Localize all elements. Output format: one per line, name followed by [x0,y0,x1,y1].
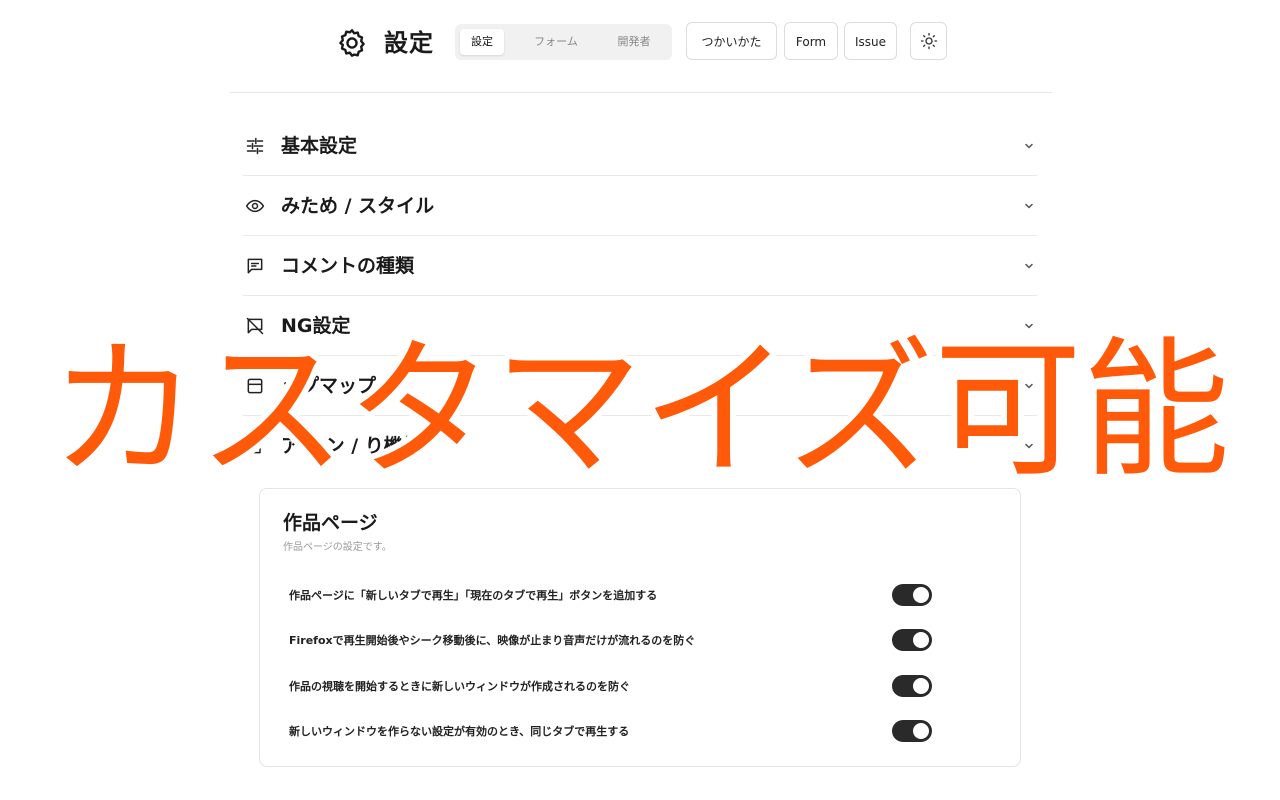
layout-icon [247,378,263,394]
section-label: 基本設定 [281,135,358,157]
card-title: 作品ページ [283,512,378,534]
toggle-knob [913,587,929,603]
chevron-down-icon [1025,263,1033,269]
comment-icon [247,258,263,274]
guide-button[interactable]: つかいかた [686,22,777,60]
toggle-knob [913,678,929,694]
option-row: 作品の視聴を開始するときに新しいウィンドウが作成されるのを防ぐ [289,673,932,701]
section-label: コメントの種類 [281,255,415,277]
option-label: 作品の視聴を開始するときに新しいウィンドウが作成されるのを防ぐ [289,680,630,693]
card-description: 作品ページの設定です。 [283,542,392,553]
toggle-knob [913,723,929,739]
addon-icon [247,438,261,454]
section-label: みため / スタイル [281,195,435,217]
page-title: 設定 [384,29,434,57]
eye-icon [245,199,265,213]
section-basic-settings[interactable]: 基本設定 [243,116,1037,176]
section-addon-features[interactable]: ア オン / り機能 [243,416,1037,475]
tab-form[interactable]: フォーム [513,29,599,55]
issue-button[interactable]: Issue [844,22,897,60]
option-row: Firefoxで再生開始後やシーク移動後に、映像が止まり音声だけが流れるのを防ぐ [289,627,932,655]
chevron-down-icon [1025,443,1033,449]
section-label: ア オン / り機能 [281,435,422,457]
option-label: Firefoxで再生開始後やシーク移動後に、映像が止まり音声だけが流れるのを防ぐ [289,634,696,647]
option-row: 新しいウィンドウを作らない設定が有効のとき、同じタブで再生する [289,718,932,746]
section-layout[interactable]: ップマップ [243,356,1037,416]
sliders-icon [246,137,264,155]
toggle-switch[interactable] [892,720,932,742]
toggle-switch[interactable] [892,675,932,697]
gear-icon [339,29,365,57]
chevron-down-icon [1025,203,1033,209]
toggle-switch[interactable] [892,629,932,651]
toggle-switch[interactable] [892,584,932,606]
toggle-knob [913,632,929,648]
section-label: ップマップ [281,375,377,397]
work-page-settings-card: 作品ページ 作品ページの設定です。 作品ページに「新しいタブで再生」「現在のタブ… [259,488,1021,767]
section-appearance-style[interactable]: みため / スタイル [243,176,1037,236]
sun-icon [920,32,938,50]
form-button[interactable]: Form [784,22,838,60]
view-tabs: 設定 フォーム 開発者 [455,24,672,60]
section-label: NG設定 [281,315,351,337]
ng-icon [246,317,264,335]
section-comment-types[interactable]: コメントの種類 [243,236,1037,296]
header-divider [230,92,1052,93]
header: 設定 設定 フォーム 開発者 つかいかた Form Issue [0,22,1280,64]
chevron-down-icon [1025,383,1033,389]
theme-toggle-button[interactable] [910,22,947,60]
option-row: 作品ページに「新しいタブで再生」「現在のタブで再生」ボタンを追加する [289,582,932,610]
tab-developer[interactable]: 開発者 [601,29,667,55]
chevron-down-icon [1025,323,1033,329]
option-label: 作品ページに「新しいタブで再生」「現在のタブで再生」ボタンを追加する [289,589,658,602]
settings-page: 設定 設定 フォーム 開発者 つかいかた Form Issue 基本設定 みため [0,0,1280,800]
section-ng-settings[interactable]: NG設定 [243,296,1037,356]
tab-settings[interactable]: 設定 [460,29,504,55]
option-label: 新しいウィンドウを作らない設定が有効のとき、同じタブで再生する [289,725,630,738]
chevron-down-icon [1025,143,1033,149]
